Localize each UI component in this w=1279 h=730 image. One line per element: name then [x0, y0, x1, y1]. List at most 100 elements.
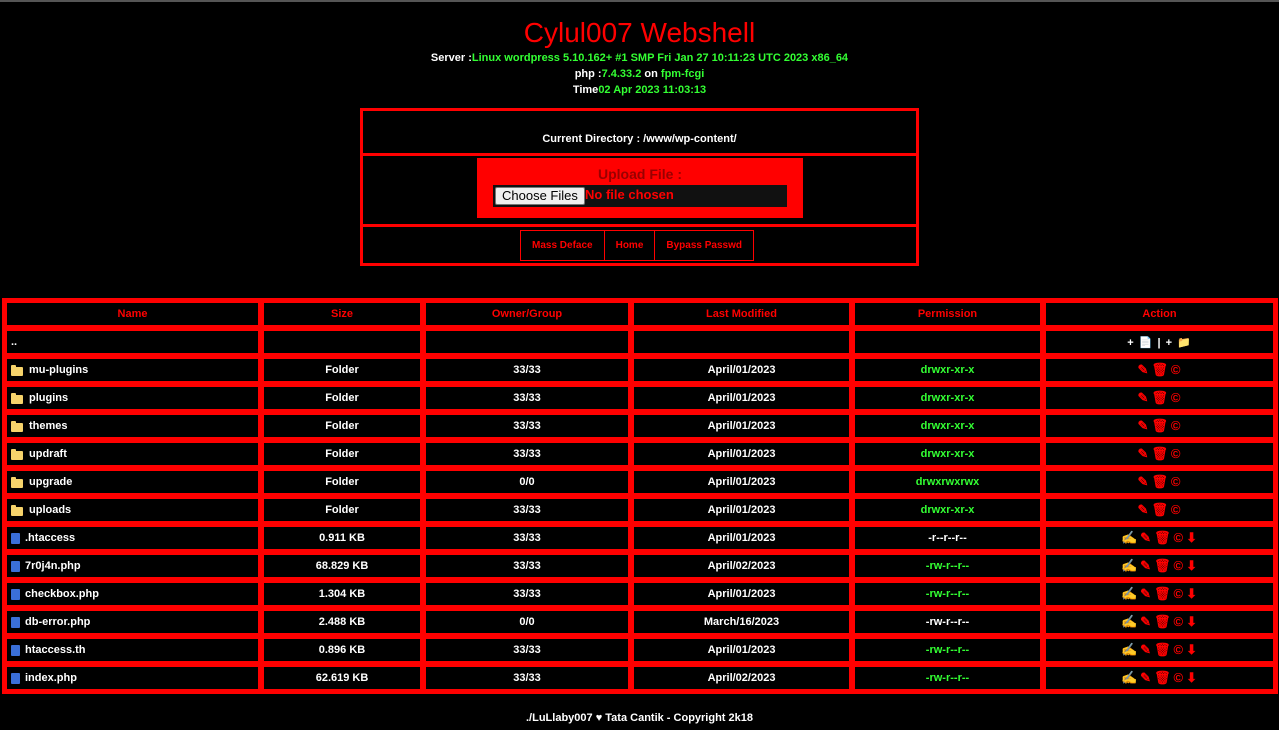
rename-icon[interactable]: ✎ [1140, 586, 1152, 602]
edit-icon[interactable]: ✍ [1121, 642, 1138, 658]
file-input[interactable]: Choose Files No file chosen [493, 185, 787, 207]
edit-icon[interactable]: ✍ [1121, 586, 1138, 602]
chmod-icon[interactable]: © [1174, 558, 1185, 573]
file-owner: 33/33 [423, 412, 631, 440]
delete-icon[interactable]: 🗑 [1154, 530, 1172, 546]
rename-icon[interactable]: ✎ [1140, 642, 1152, 658]
download-icon[interactable]: ⬇ [1186, 558, 1198, 574]
time-info: Time02 Apr 2023 11:03:13 [0, 82, 1279, 98]
file-name-cell[interactable]: .htaccess [4, 524, 261, 552]
home-button[interactable]: Home [603, 230, 656, 261]
delete-icon[interactable]: 🗑 [1151, 362, 1169, 378]
chmod-icon[interactable]: © [1174, 586, 1185, 601]
file-name-cell[interactable]: upgrade [4, 468, 261, 496]
file-name-cell[interactable]: 7r0j4n.php [4, 552, 261, 580]
rename-icon[interactable]: ✎ [1137, 502, 1149, 518]
file-permission[interactable]: drwxr-xr-x [852, 384, 1043, 412]
file-name[interactable]: 7r0j4n.php [25, 560, 81, 572]
choose-files-button[interactable]: Choose Files [495, 187, 585, 205]
file-name[interactable]: db-error.php [25, 616, 90, 628]
file-name[interactable]: checkbox.php [25, 588, 99, 600]
download-icon[interactable]: ⬇ [1186, 614, 1198, 630]
file-actions: ✍ ✎ 🗑 © ⬇ [1043, 664, 1276, 692]
rename-icon[interactable]: ✎ [1140, 530, 1152, 546]
file-name[interactable]: upgrade [29, 476, 72, 488]
file-name-cell[interactable]: updraft [4, 440, 261, 468]
delete-icon[interactable]: 🗑 [1151, 474, 1169, 490]
rename-icon[interactable]: ✎ [1140, 558, 1152, 574]
rename-icon[interactable]: ✎ [1140, 614, 1152, 630]
chmod-icon[interactable]: © [1171, 362, 1182, 377]
file-modified: April/02/2023 [631, 664, 852, 692]
file-permission[interactable]: drwxr-xr-x [852, 440, 1043, 468]
rename-icon[interactable]: ✎ [1137, 474, 1149, 490]
file-name-cell[interactable]: index.php [4, 664, 261, 692]
delete-icon[interactable]: 🗑 [1151, 502, 1169, 518]
file-permission[interactable]: -rw-r--r-- [852, 664, 1043, 692]
download-icon[interactable]: ⬇ [1186, 530, 1198, 546]
edit-icon[interactable]: ✍ [1121, 558, 1138, 574]
rename-icon[interactable]: ✎ [1137, 418, 1149, 434]
file-name[interactable]: plugins [29, 392, 68, 404]
download-icon[interactable]: ⬇ [1186, 586, 1198, 602]
file-permission[interactable]: drwxr-xr-x [852, 356, 1043, 384]
rename-icon[interactable]: ✎ [1137, 446, 1149, 462]
file-permission[interactable]: drwxr-xr-x [852, 496, 1043, 524]
download-icon[interactable]: ⬇ [1186, 670, 1198, 686]
file-permission[interactable]: -rw-r--r-- [852, 580, 1043, 608]
chmod-icon[interactable]: © [1174, 670, 1185, 685]
file-name[interactable]: mu-plugins [29, 364, 88, 376]
file-name-cell[interactable]: mu-plugins [4, 356, 261, 384]
chmod-icon[interactable]: © [1174, 614, 1185, 629]
file-name[interactable]: updraft [29, 448, 67, 460]
file-name[interactable]: index.php [25, 672, 77, 684]
edit-icon[interactable]: ✍ [1121, 614, 1138, 630]
file-name[interactable]: uploads [29, 504, 71, 516]
current-directory: Current Directory : /www/wp-content/ [542, 133, 737, 145]
delete-icon[interactable]: 🗑 [1154, 614, 1172, 630]
chmod-icon[interactable]: © [1174, 642, 1185, 657]
bypass-passwd-button[interactable]: Bypass Passwd [654, 230, 754, 261]
delete-icon[interactable]: 🗑 [1151, 446, 1169, 462]
download-icon[interactable]: ⬇ [1186, 642, 1198, 658]
delete-icon[interactable]: 🗑 [1154, 670, 1172, 686]
file-name-cell[interactable]: db-error.php [4, 608, 261, 636]
mass-deface-button[interactable]: Mass Deface [520, 230, 605, 261]
delete-icon[interactable]: 🗑 [1151, 390, 1169, 406]
file-permission[interactable]: -rw-r--r-- [852, 636, 1043, 664]
file-name-cell[interactable]: checkbox.php [4, 580, 261, 608]
edit-icon[interactable]: ✍ [1121, 670, 1138, 686]
file-owner: 33/33 [423, 552, 631, 580]
chmod-icon[interactable]: © [1174, 530, 1185, 545]
file-permission[interactable]: -rw-r--r-- [852, 608, 1043, 636]
edit-icon[interactable]: ✍ [1121, 530, 1138, 546]
file-name[interactable]: .htaccess [25, 532, 75, 544]
file-name[interactable]: themes [29, 420, 68, 432]
file-name-cell[interactable]: uploads [4, 496, 261, 524]
chmod-icon[interactable]: © [1171, 502, 1182, 517]
chmod-icon[interactable]: © [1171, 446, 1182, 461]
delete-icon[interactable]: 🗑 [1154, 558, 1172, 574]
file-name-cell[interactable]: plugins [4, 384, 261, 412]
chmod-icon[interactable]: © [1171, 418, 1182, 433]
rename-icon[interactable]: ✎ [1137, 390, 1149, 406]
chmod-icon[interactable]: © [1171, 390, 1182, 405]
file-permission[interactable]: drwxrwxrwx [852, 468, 1043, 496]
file-permission[interactable]: -rw-r--r-- [852, 552, 1043, 580]
table-header: Name Size Owner/Group Last Modified Perm… [4, 300, 1276, 328]
file-permission[interactable]: drwxr-xr-x [852, 412, 1043, 440]
chmod-icon[interactable]: © [1171, 474, 1182, 489]
new-file-folder-actions[interactable]: + 📄 | + 📁 [1043, 328, 1276, 356]
delete-icon[interactable]: 🗑 [1154, 586, 1172, 602]
file-size: Folder [261, 440, 423, 468]
rename-icon[interactable]: ✎ [1140, 670, 1152, 686]
file-owner: 33/33 [423, 524, 631, 552]
file-permission[interactable]: -r--r--r-- [852, 524, 1043, 552]
file-name-cell[interactable]: themes [4, 412, 261, 440]
file-name[interactable]: htaccess.th [25, 644, 86, 656]
delete-icon[interactable]: 🗑 [1151, 418, 1169, 434]
parent-link[interactable]: .. [4, 328, 261, 356]
delete-icon[interactable]: 🗑 [1154, 642, 1172, 658]
rename-icon[interactable]: ✎ [1137, 362, 1149, 378]
file-name-cell[interactable]: htaccess.th [4, 636, 261, 664]
